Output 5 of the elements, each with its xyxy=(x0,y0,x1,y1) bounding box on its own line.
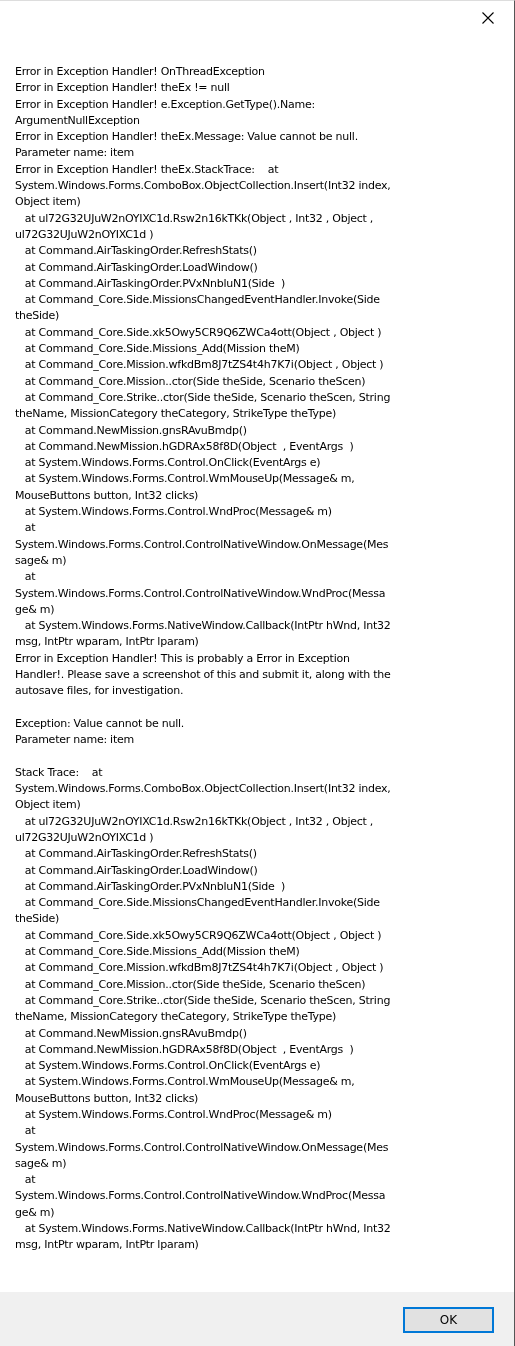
close-icon xyxy=(482,12,494,24)
error-message-text: Stack Trace: at System.Windows.Forms.ComboBox.ObjectCollection.Insert(Int32 index, Object item) at ul72G32UJuW2nOYIXC1d.Rsw2n16kTKk(Object , Int32 , Object , ul72G32UJuW2nOYIXC1d ) at Command.AirTaskingOrder.RefreshStats() at Command.AirTaskingOrder.LoadWindow() at Command.AirTaskingOrder.PVxNnbluN1(Side ) at Command_Core.Side.MissionsChangedEventHandler.Invoke(Side theSide) at Command_Core.Side.xk5Owy5CR9Q6ZWCa4ott(Object , Object ) at Command_Core.Side.Missions_Add(Mission theM) at Command_Core.Mission.wfkdBm8J7tZS4t4h7K7i(Object , Object ) at Command_Core.Mission..ctor(Side theSide, Scenario theScen) at Command_Core.Strike..ctor(Side theSide, Scenario theScen, String theName, MissionCategory theCategory, StrikeType theType) at Command.NewMission.gnsRAvuBmdp() at Command.NewMission.hGDRAx58f8D(Object , EventArgs ) at System.Windows.Forms.Control.OnClick(EventArgs e) at System.Windows.Forms.Control.WmMouseUp(Message& m, MouseButtons button, Int32 clicks) at System.Windows.Forms.Control.WndProc(Message& m) at System.Windows.Forms.Control.ControlNativeWindow.OnMessage(Mes sage& m) at System.Windows.Forms.Control.ControlNativeWindow.WndProc(Messa ge& m) at System.Windows.Forms.NativeWindow.Callback(IntPtr hWnd, Int32 msg, IntPtr wparam, IntPtr lparam) xyxy=(15,764,392,1254)
ok-button[interactable]: OK xyxy=(403,1307,494,1333)
error-message-text: Exception: Value cannot be null. Parameter name: item xyxy=(15,715,186,749)
error-message-text: Error in Exception Handler! OnThreadException Error in Exception Handler! theEx != null Error in Exception Handler! e.Exception.GetType().Name: ArgumentNullException Error in Exception Handler! theEx.Message: Value cannot be null. Parameter name: item Error in Exception Handler! theEx.StackTrace: at System.Windows.Forms.ComboBox.ObjectCollection.Insert(Int32 index, Object item) at ul72G32UJuW2nOYIXC1d.Rsw2n16kTKk(Object , Int32 , Object , ul72G32UJuW2nOYIXC1d ) at Command.AirTaskingOrder.RefreshStats() at Command.AirTaskingOrder.LoadWindow() at Command.AirTaskingOrder.PVxNnbluN1(Side ) at Command_Core.Side.MissionsChangedEventHandler.Invoke(Side theSide) at Command_Core.Side.xk5Owy5CR9Q6ZWCa4ott(Object , Object ) at Command_Core.Side.Missions_Add(Mission theM) at Command_Core.Mission.wfkdBm8J7tZS4t4h7K7i(Object , Object ) at Command_Core.Mission..ctor(Side theSide, Scenario theScen) at Command_Core.Strike..ctor(Side theSide, Scenario theScen, String theName, MissionCategory theCategory, StrikeType theType) at Command.NewMission.gnsRAvuBmdp() at Command.NewMission.hGDRAx58f8D(Object , EventArgs ) at System.Windows.Forms.Control.OnClick(EventArgs e) at System.Windows.Forms.Control.WmMouseUp(Message& m, MouseButtons button, Int32 clicks) at System.Windows.Forms.Control.WndProc(Message& m) at System.Windows.Forms.Control.ControlNativeWindow.OnMessage(Mes sage& m) at System.Windows.Forms.Control.ControlNativeWindow.WndProc(Messa ge& m) at System.Windows.Forms.NativeWindow.Callback(IntPtr hWnd, Int32 msg, IntPtr wparam, IntPtr lparam) Error in Exception Handler! This is probably a Error in Exception Handler!. Please save a screenshot of this and submit it, along with the autosave files, for investigation. xyxy=(15,64,392,700)
